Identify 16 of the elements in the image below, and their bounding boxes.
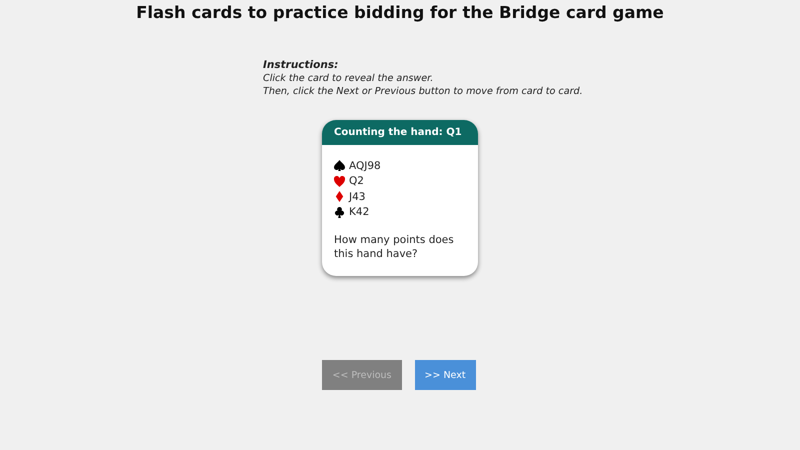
card-header: Counting the hand: Q1 <box>322 120 478 145</box>
diamond-icon <box>334 191 345 202</box>
flash-card[interactable]: Counting the hand: Q1 AQJ98 Q2 J43 K42 How many points does this hand have? <box>322 120 478 276</box>
next-button[interactable]: >> Next <box>414 360 476 390</box>
instruction-text: Then, click the Next or Previous button to move from card to card. <box>263 85 584 98</box>
card-holding: Q2 <box>349 175 364 188</box>
instruction-text: Click the card to reveal the answer. <box>263 72 434 85</box>
question-text: How many points does this hand have? <box>334 233 455 261</box>
spade-icon <box>334 160 345 172</box>
card-holding: AQJ98 <box>349 160 381 172</box>
card-holding: J43 <box>349 190 366 203</box>
card-holding: K42 <box>349 206 370 218</box>
instructions-heading: Instructions: <box>263 59 340 72</box>
club-icon <box>334 206 345 218</box>
heart-icon <box>334 176 345 187</box>
page-title: Flash cards to practice bidding for the Bridge card game <box>135 2 665 23</box>
